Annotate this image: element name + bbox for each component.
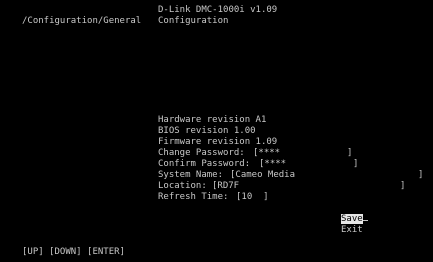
- system-name-field-end: ]: [418, 170, 424, 180]
- key-hints: [UP] [DOWN] [ENTER]: [22, 247, 125, 257]
- text-cursor: [362, 220, 368, 221]
- bios-revision: BIOS revision 1.00: [158, 126, 256, 136]
- device-title: D-Link DMC-1000i v1.09: [158, 5, 278, 15]
- system-name-field[interactable]: [Cameo Media: [230, 170, 295, 180]
- refresh-time-field[interactable]: [10 ]: [236, 192, 269, 202]
- breadcrumb-path: /Configuration/General: [22, 16, 142, 26]
- hardware-revision: Hardware revision A1: [158, 115, 267, 125]
- save-menu-item[interactable]: Save: [341, 214, 368, 224]
- section-title: Configuration: [158, 16, 229, 26]
- location-field-end: ]: [400, 181, 406, 191]
- location-label: Location:: [158, 181, 207, 191]
- confirm-password-field-end: ]: [353, 159, 359, 169]
- change-password-field-end: ]: [347, 148, 353, 158]
- refresh-time-label: Refresh Time:: [158, 192, 229, 202]
- change-password-label: Change Password:: [158, 148, 245, 158]
- location-field[interactable]: [RD7F: [212, 181, 239, 191]
- firmware-revision: Firmware revision 1.09: [158, 137, 278, 147]
- system-name-label: System Name:: [158, 170, 224, 180]
- confirm-password-label: Confirm Password:: [158, 159, 251, 169]
- save-label: Save: [341, 214, 363, 224]
- change-password-field[interactable]: [****: [253, 148, 280, 158]
- confirm-password-field[interactable]: [****: [259, 159, 286, 169]
- exit-menu-item[interactable]: Exit: [341, 225, 363, 235]
